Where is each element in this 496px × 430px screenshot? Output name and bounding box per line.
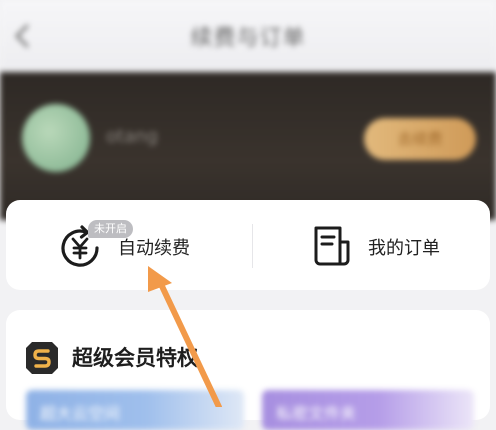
my-orders-label: 我的订单: [368, 238, 440, 259]
privilege-tile-label: 超大云空间: [40, 404, 121, 423]
privileges-card: 超级会员特权 超大云空间 私密文件夹: [6, 310, 490, 430]
super-vip-logo-icon: [26, 342, 58, 374]
renew-vip-button[interactable]: 去续费: [364, 118, 476, 160]
my-orders-button[interactable]: 我的订单: [256, 200, 490, 290]
page-title: 续费与订单: [190, 26, 306, 51]
privilege-tile-storage[interactable]: 超大云空间: [26, 390, 244, 430]
avatar[interactable]: [22, 104, 90, 172]
privilege-tile-private-folder[interactable]: 私密文件夹: [262, 390, 474, 430]
privileges-title: 超级会员特权: [72, 346, 198, 370]
divider: [252, 224, 253, 268]
username: otang: [106, 126, 158, 147]
auto-renew-label: 自动续费: [118, 238, 190, 259]
membership-header: otang 去续费: [0, 72, 496, 220]
privilege-tile-label: 私密文件夹: [276, 404, 357, 423]
order-list-icon: [314, 226, 350, 266]
top-bar: 续费与订单: [0, 0, 496, 72]
quick-actions-card: 未开启 自动续费 我的订单: [6, 200, 490, 290]
auto-renew-button[interactable]: 未开启 自动续费: [6, 200, 250, 290]
